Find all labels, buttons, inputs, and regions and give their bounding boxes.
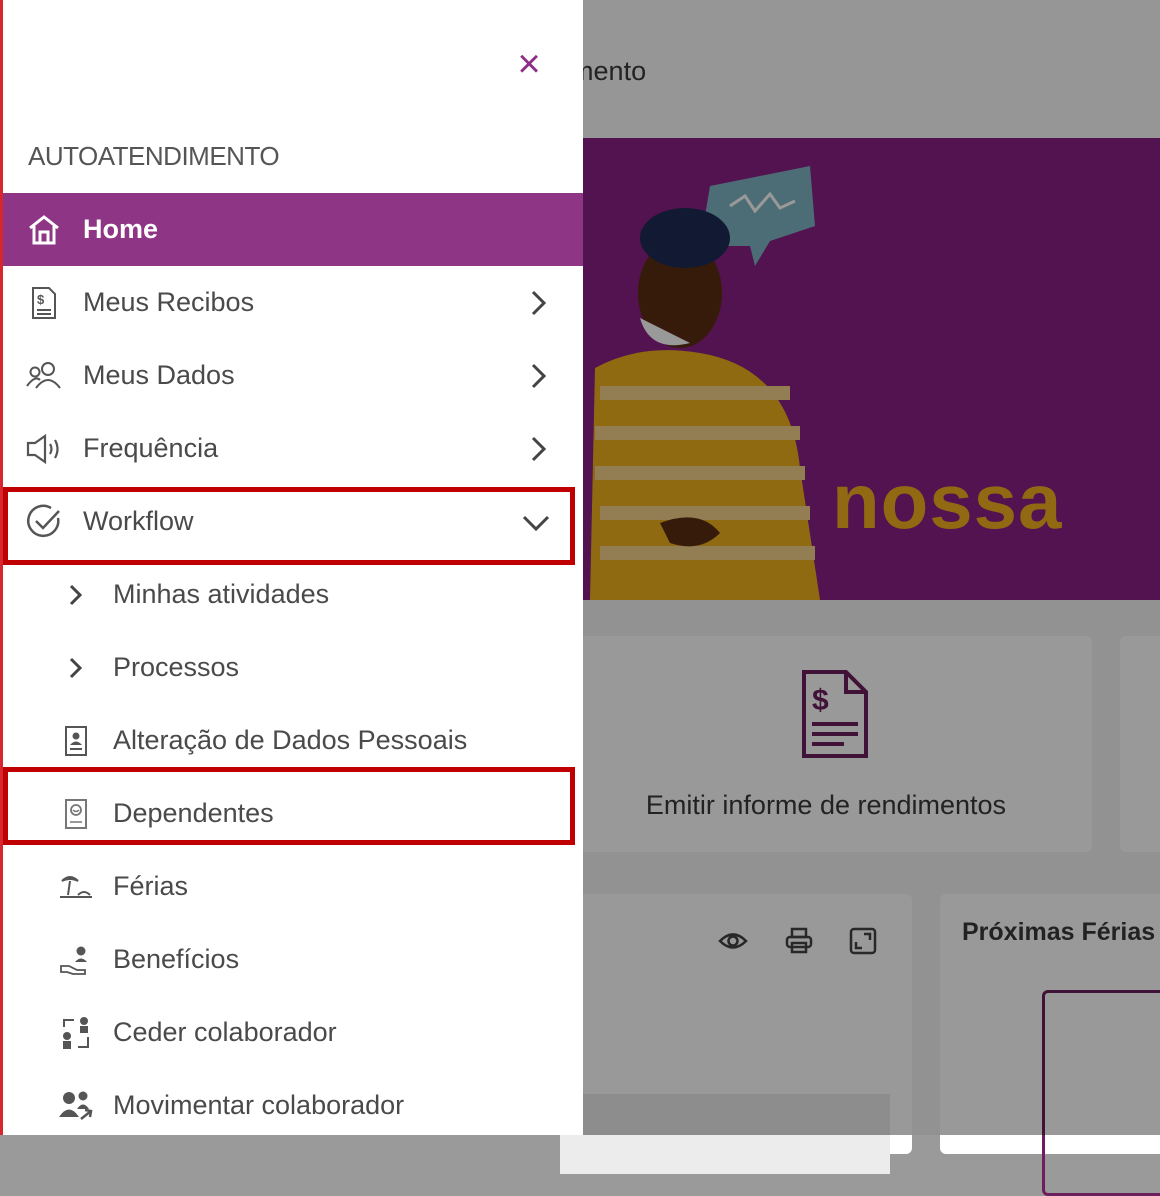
menu-item-meus-dados[interactable]: Meus Dados bbox=[3, 339, 583, 412]
benefits-icon bbox=[57, 941, 95, 979]
submenu-item-label: Dependentes bbox=[113, 798, 274, 828]
submenu-item-minhas-atividades[interactable]: Minhas atividades bbox=[3, 558, 583, 631]
submenu-item-label: Processos bbox=[113, 652, 240, 682]
submenu-item-dependentes[interactable]: Dependentes bbox=[3, 777, 583, 850]
transfer-people-icon bbox=[57, 1014, 95, 1052]
megaphone-icon bbox=[25, 430, 63, 468]
menu-item-label: Home bbox=[83, 214, 159, 244]
submenu-item-movimentar-colaborador[interactable]: Movimentar colaborador bbox=[3, 1069, 583, 1142]
move-people-icon bbox=[57, 1087, 95, 1125]
menu-item-label: Frequência bbox=[83, 433, 219, 463]
menu-item-home[interactable]: Home bbox=[3, 193, 583, 266]
chevron-right-icon bbox=[531, 363, 547, 389]
submenu-item-label: Ceder colaborador bbox=[113, 1017, 337, 1047]
submenu-item-alteracao-dados[interactable]: Alteração de Dados Pessoais bbox=[3, 704, 583, 777]
submenu-item-label: Alteração de Dados Pessoais bbox=[113, 725, 468, 755]
submenu-item-label: Férias bbox=[113, 871, 189, 901]
submenu-item-label: Benefícios bbox=[113, 944, 240, 974]
people-icon bbox=[25, 357, 63, 395]
chevron-right-icon bbox=[531, 436, 547, 462]
submenu-item-ceder-colaborador[interactable]: Ceder colaborador bbox=[3, 996, 583, 1069]
submenu-item-processos[interactable]: Processos bbox=[3, 631, 583, 704]
menu-item-workflow[interactable]: Workflow bbox=[3, 485, 583, 558]
chevron-right-icon bbox=[57, 576, 95, 614]
close-button[interactable]: × bbox=[509, 44, 549, 84]
menu-item-frequencia[interactable]: Frequência bbox=[3, 412, 583, 485]
menu-item-label: Workflow bbox=[83, 506, 194, 536]
home-icon bbox=[25, 211, 63, 249]
check-circle-icon bbox=[25, 503, 63, 541]
menu-item-label: Meus Dados bbox=[83, 360, 235, 390]
id-card-icon bbox=[57, 722, 95, 760]
chevron-right-icon bbox=[57, 649, 95, 687]
section-title: AUTOATENDIMENTO bbox=[28, 141, 280, 171]
submenu-item-ferias[interactable]: Férias bbox=[3, 850, 583, 923]
receipt-icon: $ bbox=[25, 284, 63, 322]
menu-item-label: Meus Recibos bbox=[83, 287, 255, 317]
side-drawer: × AUTOATENDIMENTO Home $ Meus Recibos Me… bbox=[0, 0, 583, 1135]
submenu-item-label: Movimentar colaborador bbox=[113, 1090, 405, 1120]
beach-icon bbox=[57, 868, 95, 906]
chevron-down-icon bbox=[522, 515, 550, 532]
submenu-item-beneficios[interactable]: Benefícios bbox=[3, 923, 583, 996]
submenu-item-label: Minhas atividades bbox=[113, 579, 330, 609]
svg-text:$: $ bbox=[37, 292, 45, 307]
menu-item-meus-recibos[interactable]: $ Meus Recibos bbox=[3, 266, 583, 339]
dependents-icon bbox=[57, 795, 95, 833]
chevron-right-icon bbox=[531, 290, 547, 316]
